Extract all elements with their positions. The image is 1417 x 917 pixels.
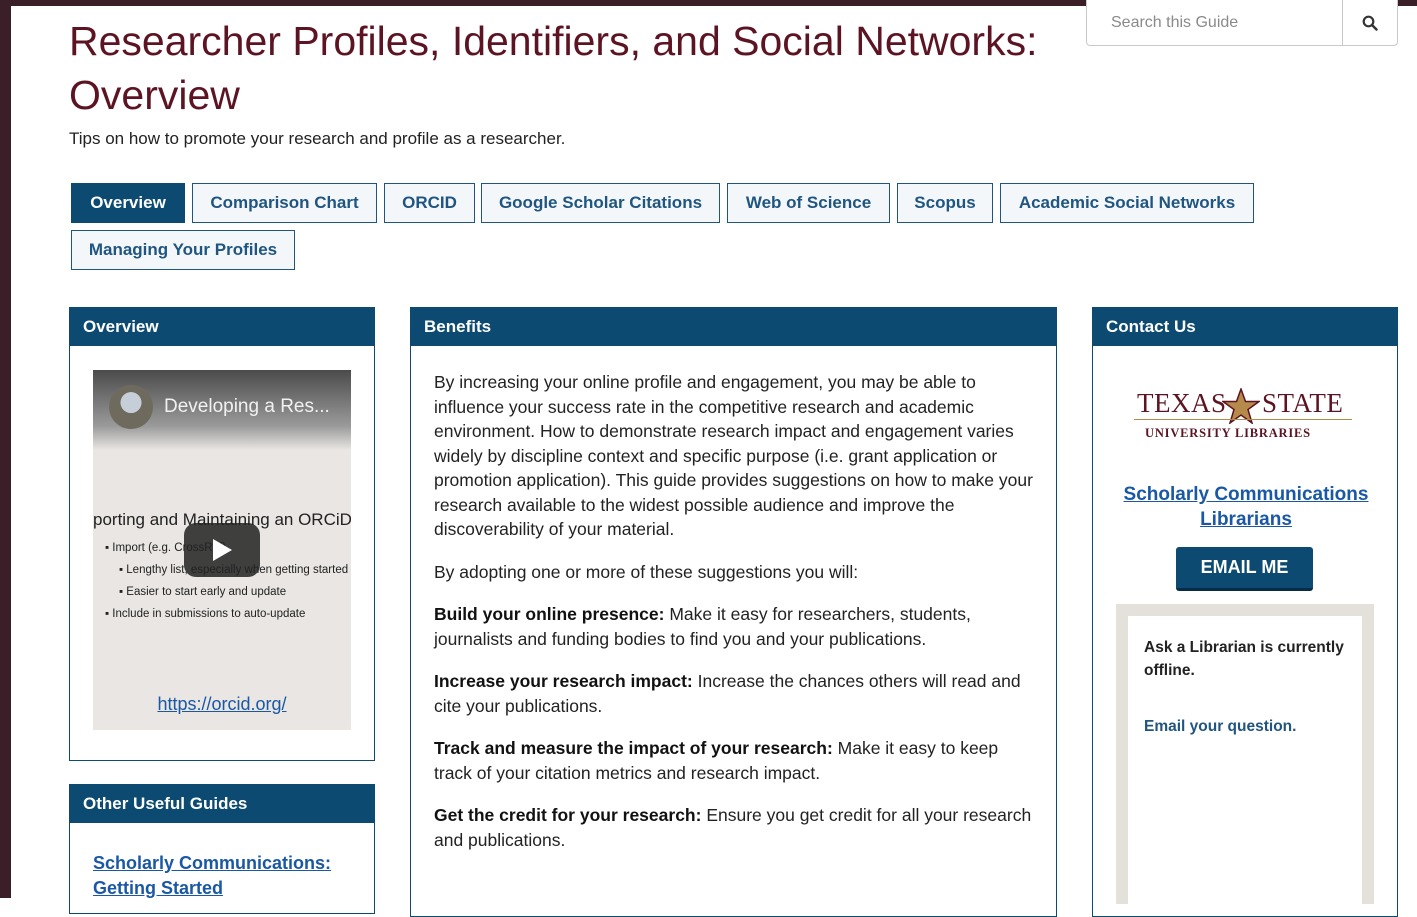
tab-scopus[interactable]: Scopus xyxy=(897,183,993,223)
video-bullet: Easier to start early and update xyxy=(126,586,287,598)
page-subtitle: Tips on how to promote your research and… xyxy=(69,129,566,148)
benefits-heading: Benefits xyxy=(411,308,1056,346)
search-input[interactable] xyxy=(1087,0,1342,45)
play-button[interactable] xyxy=(184,523,260,577)
benefit-title: Get the credit for your research: xyxy=(434,805,702,825)
benefit-item: Get the credit for your research: Ensure… xyxy=(434,803,1034,852)
chat-panel: Ask a Librarian is currently offline. Em… xyxy=(1128,616,1362,916)
benefits-intro: By increasing your online profile and en… xyxy=(434,372,1033,539)
search-box xyxy=(1086,0,1398,46)
overview-box-heading: Overview xyxy=(70,308,374,346)
benefits-box: Benefits By increasing your online profi… xyxy=(410,307,1057,917)
chat-widget: Ask a Librarian is currently offline. Em… xyxy=(1116,604,1374,916)
orcid-link[interactable]: https://orcid.org/ xyxy=(93,694,351,715)
benefit-item: Build your online presence: Make it easy… xyxy=(434,602,1034,651)
tab-comparison-chart[interactable]: Comparison Chart xyxy=(192,183,377,223)
play-icon xyxy=(213,539,232,561)
other-guides-heading: Other Useful Guides xyxy=(70,785,374,823)
benefits-lead: By adopting one or more of these suggest… xyxy=(434,561,859,582)
contact-box: Contact Us TEXAS STATE UNIVERSITY LIBRAR… xyxy=(1092,307,1398,917)
contact-heading: Contact Us xyxy=(1093,308,1397,346)
benefit-title: Build your online presence: xyxy=(434,604,665,624)
page-title: Researcher Profiles, Identifiers, and So… xyxy=(69,18,1038,118)
scholarly-communications-librarians-link[interactable]: Scholarly Communications Librarians xyxy=(1124,484,1369,530)
logo-text-left: TEXAS xyxy=(1137,388,1227,418)
logo-subtitle: UNIVERSITY LIBRARIES xyxy=(1145,426,1311,440)
tab-orcid[interactable]: ORCID xyxy=(384,183,475,223)
benefit-title: Track and measure the impact of your res… xyxy=(434,738,833,758)
tab-overview[interactable]: Overview xyxy=(71,183,185,223)
overview-box: Overview Developing a Res... porting and… xyxy=(69,307,375,761)
window-frame-left xyxy=(0,0,11,898)
video-bullet: Include in submissions to auto-update xyxy=(112,608,306,620)
guide-link-scholarly-communications[interactable]: Scholarly Communications: Getting Starte… xyxy=(93,853,331,898)
search-icon xyxy=(1362,15,1378,31)
tab-google-scholar-citations[interactable]: Google Scholar Citations xyxy=(481,183,720,223)
search-button[interactable] xyxy=(1342,0,1397,45)
benefits-content: By increasing your online profile and en… xyxy=(434,370,1034,870)
video-player[interactable]: Developing a Res... porting and Maintain… xyxy=(93,370,351,730)
benefit-item: Track and measure the impact of your res… xyxy=(434,736,1034,785)
video-title: Developing a Res... xyxy=(164,396,330,417)
texas-state-logo: TEXAS STATE UNIVERSITY LIBRARIES xyxy=(1133,388,1363,448)
tab-web-of-science[interactable]: Web of Science xyxy=(727,183,890,223)
other-guides-box: Other Useful Guides Scholarly Communicat… xyxy=(69,784,375,914)
benefit-item: Increase your research impact: Increase … xyxy=(434,669,1034,718)
email-me-button[interactable]: EMAIL ME xyxy=(1176,547,1313,591)
tab-academic-social-networks[interactable]: Academic Social Networks xyxy=(1000,183,1254,223)
channel-avatar xyxy=(109,385,153,429)
tab-managing-your-profiles[interactable]: Managing Your Profiles xyxy=(71,230,295,270)
benefit-title: Increase your research impact: xyxy=(434,671,693,691)
logo-text-right: STATE xyxy=(1262,388,1344,418)
email-question-link[interactable]: Email your question. xyxy=(1144,718,1296,736)
chat-status: Ask a Librarian is currently offline. xyxy=(1144,639,1344,679)
